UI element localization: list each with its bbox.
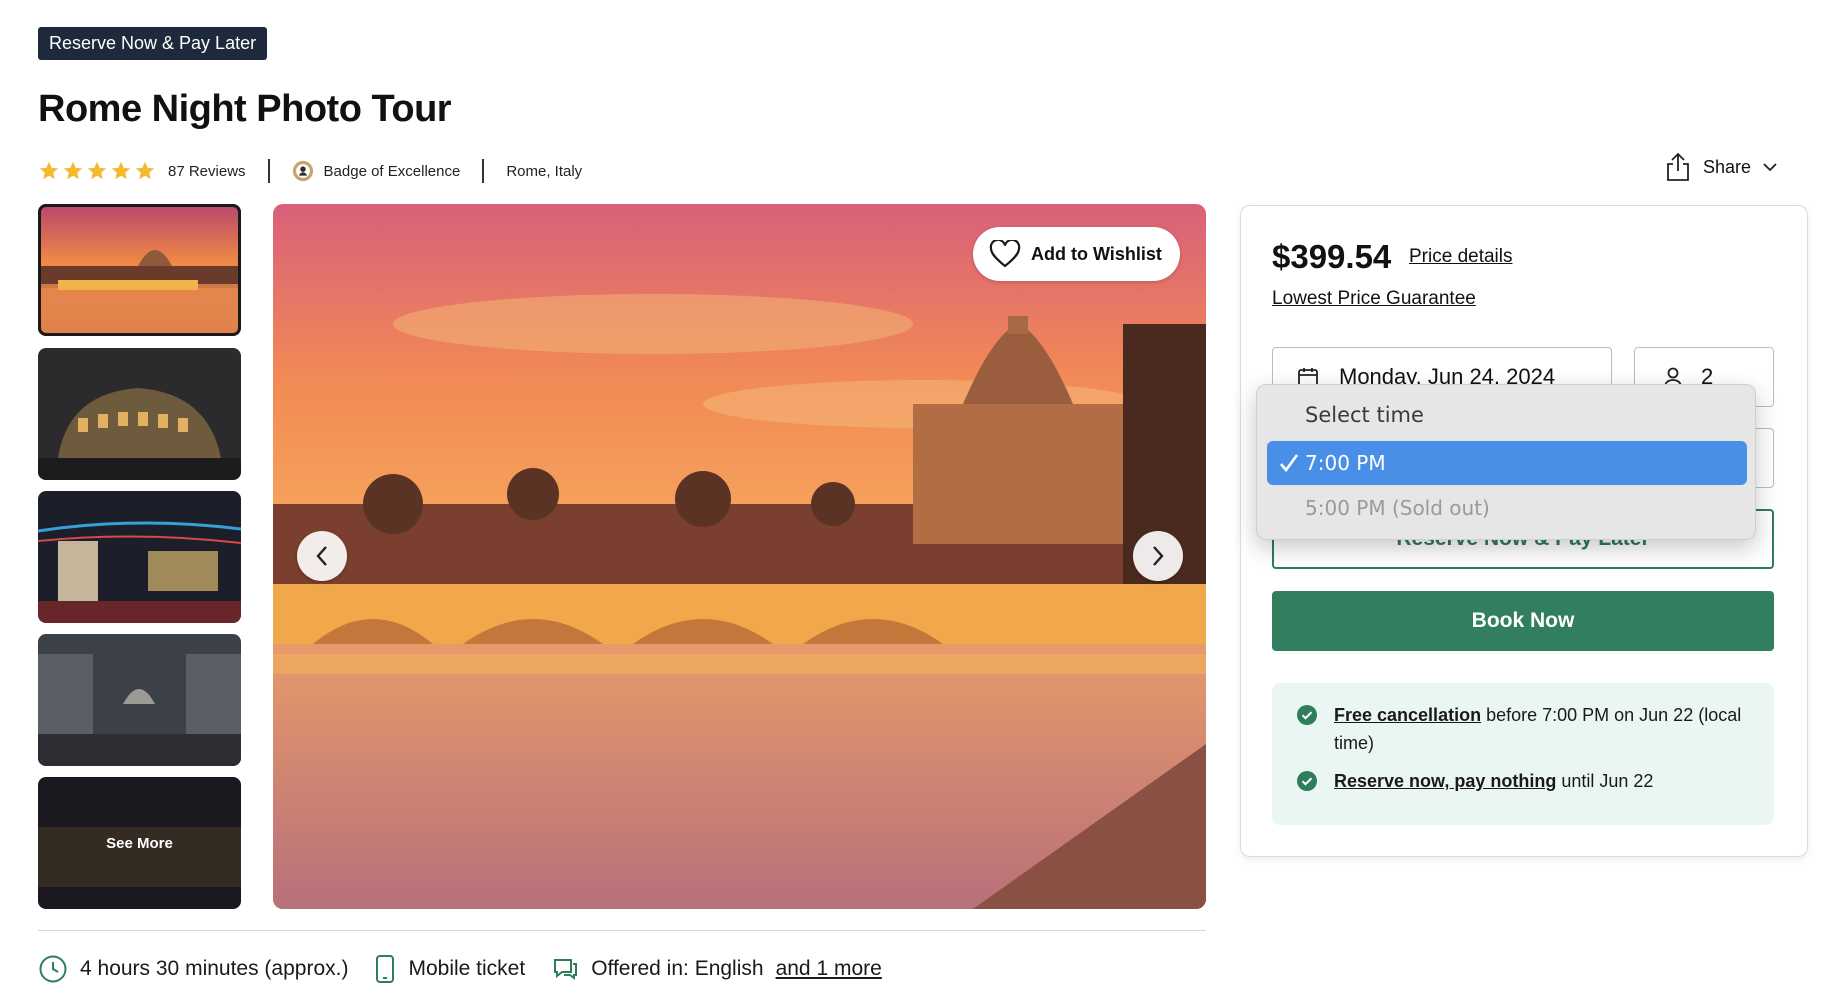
time-option-label: 7:00 PM <box>1305 451 1386 475</box>
gallery-thumbnail[interactable] <box>38 204 241 336</box>
gallery-thumbnail[interactable] <box>38 348 241 480</box>
star-icon <box>87 161 107 180</box>
main-gallery-image[interactable] <box>273 204 1206 909</box>
language-text: Offered in: English <box>591 957 764 980</box>
check-circle-icon <box>1297 771 1317 791</box>
mobile-ticket-feature: Mobile ticket <box>374 954 525 984</box>
star-icon <box>111 161 131 180</box>
chevron-left-icon <box>316 546 327 566</box>
divider <box>267 159 270 183</box>
duration-feature: 4 hours 30 minutes (approx.) <box>38 954 348 984</box>
chevron-down-icon <box>1763 163 1777 172</box>
rating-stars[interactable] <box>38 160 156 182</box>
clock-icon <box>39 955 67 983</box>
chat-bubbles-icon <box>554 959 578 980</box>
badge-of-excellence-icon <box>292 160 313 182</box>
star-icon <box>63 161 83 180</box>
gallery-thumbnail[interactable] <box>38 634 241 766</box>
free-cancellation-link[interactable]: Free cancellation <box>1334 705 1481 725</box>
colosseum-thumbnail-image <box>38 348 241 480</box>
add-to-wishlist-button[interactable]: Add to Wishlist <box>973 227 1180 281</box>
time-dropdown-menu: Select time 7:00 PM 5:00 PM (Sold out) <box>1256 384 1756 540</box>
time-option-7pm[interactable]: 7:00 PM <box>1267 441 1747 485</box>
cancellation-info-box: Free cancellation before 7:00 PM on Jun … <box>1272 683 1774 825</box>
checkmark-icon <box>1280 454 1299 473</box>
see-more-thumbnail[interactable]: See More <box>38 777 241 909</box>
duration-text: 4 hours 30 minutes (approx.) <box>80 957 349 980</box>
star-icon <box>135 161 155 180</box>
see-more-label: See More <box>106 834 173 852</box>
gallery-thumbnail[interactable] <box>38 491 241 623</box>
previous-image-button[interactable] <box>297 531 347 581</box>
price-details-link[interactable]: Price details <box>1409 246 1513 268</box>
lowest-price-guarantee-link[interactable]: Lowest Price Guarantee <box>1272 288 1476 310</box>
pay-nothing-text: Reserve now, pay nothing until Jun 22 <box>1334 767 1653 795</box>
dropdown-header: Select time <box>1305 403 1424 427</box>
mobile-phone-icon <box>376 955 395 983</box>
castel-santangelo-thumbnail-image <box>38 491 241 623</box>
free-cancellation-text: Free cancellation before 7:00 PM on Jun … <box>1334 701 1756 757</box>
heart-icon <box>989 240 1021 268</box>
location-text: Rome, Italy <box>506 162 583 180</box>
share-icon <box>1667 152 1689 181</box>
pay-nothing-detail: until Jun 22 <box>1556 771 1654 791</box>
star-icon <box>39 161 59 180</box>
tour-features-row: 4 hours 30 minutes (approx.) Mobile tick… <box>38 952 908 986</box>
st-peters-street-thumbnail-image <box>38 634 241 766</box>
page-title: Rome Night Photo Tour <box>38 88 452 130</box>
reviews-link[interactable]: 87 Reviews <box>168 163 246 180</box>
book-now-button[interactable]: Book Now <box>1272 591 1774 651</box>
language-feature: Offered in: English and 1 more <box>551 955 882 983</box>
free-cancellation-line: Free cancellation before 7:00 PM on Jun … <box>1296 701 1756 757</box>
tour-meta-row: 87 Reviews Badge of Excellence Rome, Ita… <box>38 156 582 186</box>
mobile-ticket-text: Mobile ticket <box>408 957 526 980</box>
rome-sunset-hero-image <box>273 204 1206 909</box>
chevron-right-icon <box>1153 546 1164 566</box>
reserve-pay-later-tag: Reserve Now & Pay Later <box>38 27 268 60</box>
next-image-button[interactable] <box>1133 531 1183 581</box>
badge-label: Badge of Excellence <box>323 162 461 180</box>
divider <box>482 159 485 183</box>
rome-sunset-thumbnail-image <box>38 204 241 336</box>
time-option-5pm-sold-out: 5:00 PM (Sold out) <box>1267 486 1747 530</box>
pay-nothing-line: Reserve now, pay nothing until Jun 22 <box>1296 767 1653 795</box>
reserve-pay-nothing-link[interactable]: Reserve now, pay nothing <box>1334 771 1556 791</box>
time-option-label: 5:00 PM (Sold out) <box>1305 496 1490 520</box>
more-languages-link[interactable]: and 1 more <box>776 957 882 981</box>
share-label: Share <box>1703 156 1752 177</box>
wishlist-label: Add to Wishlist <box>1031 243 1162 264</box>
section-divider <box>38 930 1206 931</box>
price-amount: $399.54 <box>1272 238 1392 275</box>
share-button[interactable]: Share <box>1665 152 1777 182</box>
check-circle-icon <box>1297 705 1317 725</box>
